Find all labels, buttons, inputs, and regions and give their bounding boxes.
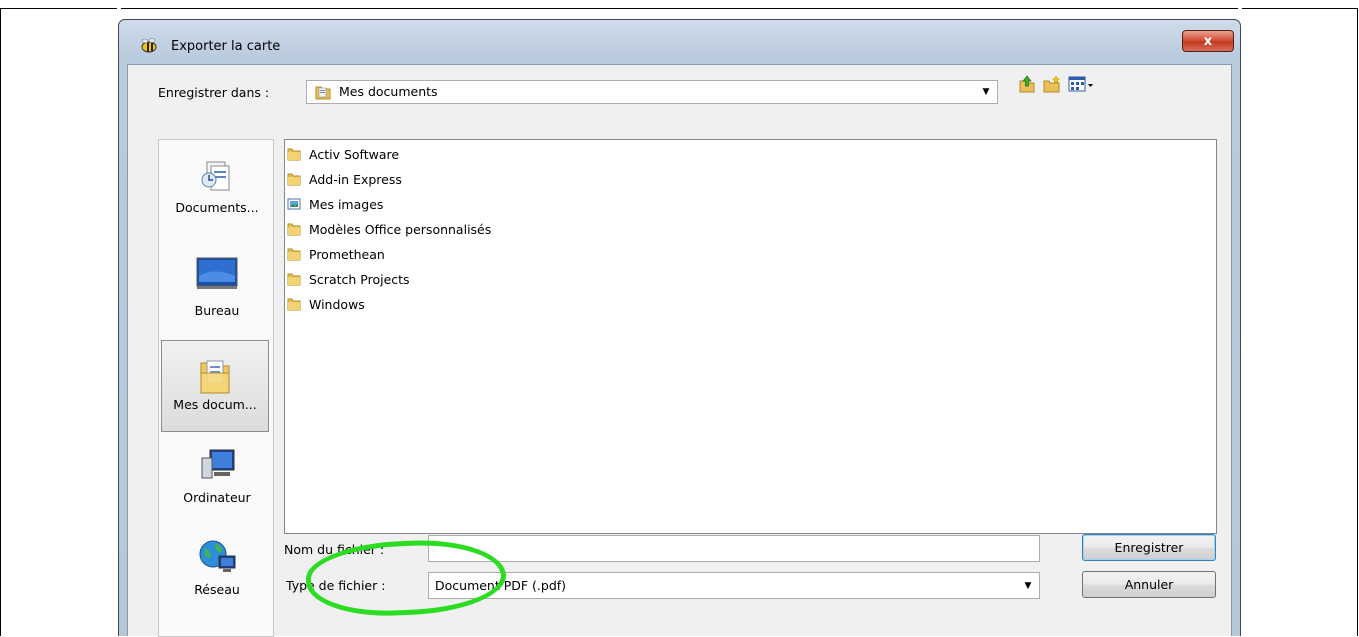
file-name: Modèles Office personnalisés <box>309 221 492 237</box>
place-label: Bureau <box>194 303 240 318</box>
place-label: Ordinateur <box>183 490 251 505</box>
file-name: Add-in Express <box>309 171 402 187</box>
title-bar[interactable]: Exporter la carte x <box>119 20 1240 54</box>
filetype-label: Type de fichier : <box>286 578 386 593</box>
list-item[interactable]: Activ Software <box>287 142 399 166</box>
list-item[interactable]: Modèles Office personnalisés <box>287 217 491 241</box>
folder-icon <box>287 148 301 161</box>
frame-gap <box>117 6 121 10</box>
computer-icon <box>201 449 235 479</box>
place-recent-documents[interactable]: Documents... <box>159 148 275 234</box>
app-bee-icon <box>141 38 157 53</box>
network-icon <box>199 540 236 572</box>
chevron-down-icon[interactable]: ▼ <box>1023 573 1033 598</box>
chevron-down-icon[interactable]: ▼ <box>981 81 991 103</box>
filename-input[interactable] <box>428 535 1040 562</box>
filename-label: Nom du fichier : <box>284 542 385 557</box>
save-button[interactable]: Enregistrer <box>1082 534 1216 561</box>
folder-icon <box>287 248 301 261</box>
file-name: Scratch Projects <box>309 271 410 287</box>
up-folder-icon[interactable] <box>1018 75 1036 93</box>
frame-gap <box>1238 6 1242 10</box>
place-label: Mes docum... <box>173 397 257 412</box>
place-my-documents[interactable]: Mes docum... <box>161 340 269 432</box>
filetype-select[interactable]: Document PDF (.pdf) ▼ <box>428 572 1040 599</box>
save-in-combo[interactable]: Mes documents ▼ <box>306 80 998 104</box>
desktop-icon <box>196 257 238 289</box>
folder-icon <box>287 298 301 311</box>
place-network[interactable]: Réseau <box>159 532 275 618</box>
place-label: Réseau <box>194 582 240 597</box>
place-label: Documents... <box>175 200 259 215</box>
places-bar: Documents... Bureau Mes docum... Ordinat… <box>158 139 274 637</box>
save-in-location: Mes documents <box>339 84 438 99</box>
folder-icon <box>287 173 301 186</box>
file-name: Activ Software <box>309 146 400 162</box>
close-button[interactable]: x <box>1182 30 1234 52</box>
list-item[interactable]: Add-in Express <box>287 167 402 191</box>
place-desktop[interactable]: Bureau <box>159 248 275 334</box>
file-list[interactable]: Activ Software Add-in Express Mes images… <box>284 139 1217 534</box>
documents-folder-icon <box>315 86 331 100</box>
dialog-client-area: Enregistrer dans : Mes documents ▼ Docum… <box>127 64 1232 637</box>
list-item[interactable]: Mes images <box>287 192 383 216</box>
list-item[interactable]: Windows <box>287 292 365 316</box>
list-item[interactable]: Promethean <box>287 242 385 266</box>
file-name: Windows <box>309 296 365 312</box>
new-folder-icon[interactable] <box>1043 75 1061 93</box>
my-documents-icon <box>200 360 230 394</box>
view-menu-icon[interactable] <box>1068 75 1094 93</box>
pictures-folder-icon <box>287 198 301 210</box>
file-name: Mes images <box>309 196 384 212</box>
file-name: Promethean <box>309 246 385 262</box>
window-title: Exporter la carte <box>171 39 281 54</box>
recent-documents-icon <box>201 161 230 191</box>
folder-icon <box>287 273 301 286</box>
place-computer[interactable]: Ordinateur <box>159 440 275 526</box>
save-in-label: Enregistrer dans : <box>158 85 270 100</box>
filetype-value: Document PDF (.pdf) <box>435 578 567 593</box>
cancel-button[interactable]: Annuler <box>1082 571 1216 598</box>
folder-icon <box>287 223 301 236</box>
list-item[interactable]: Scratch Projects <box>287 267 410 291</box>
export-dialog: Exporter la carte x Enregistrer dans : M… <box>118 19 1241 637</box>
